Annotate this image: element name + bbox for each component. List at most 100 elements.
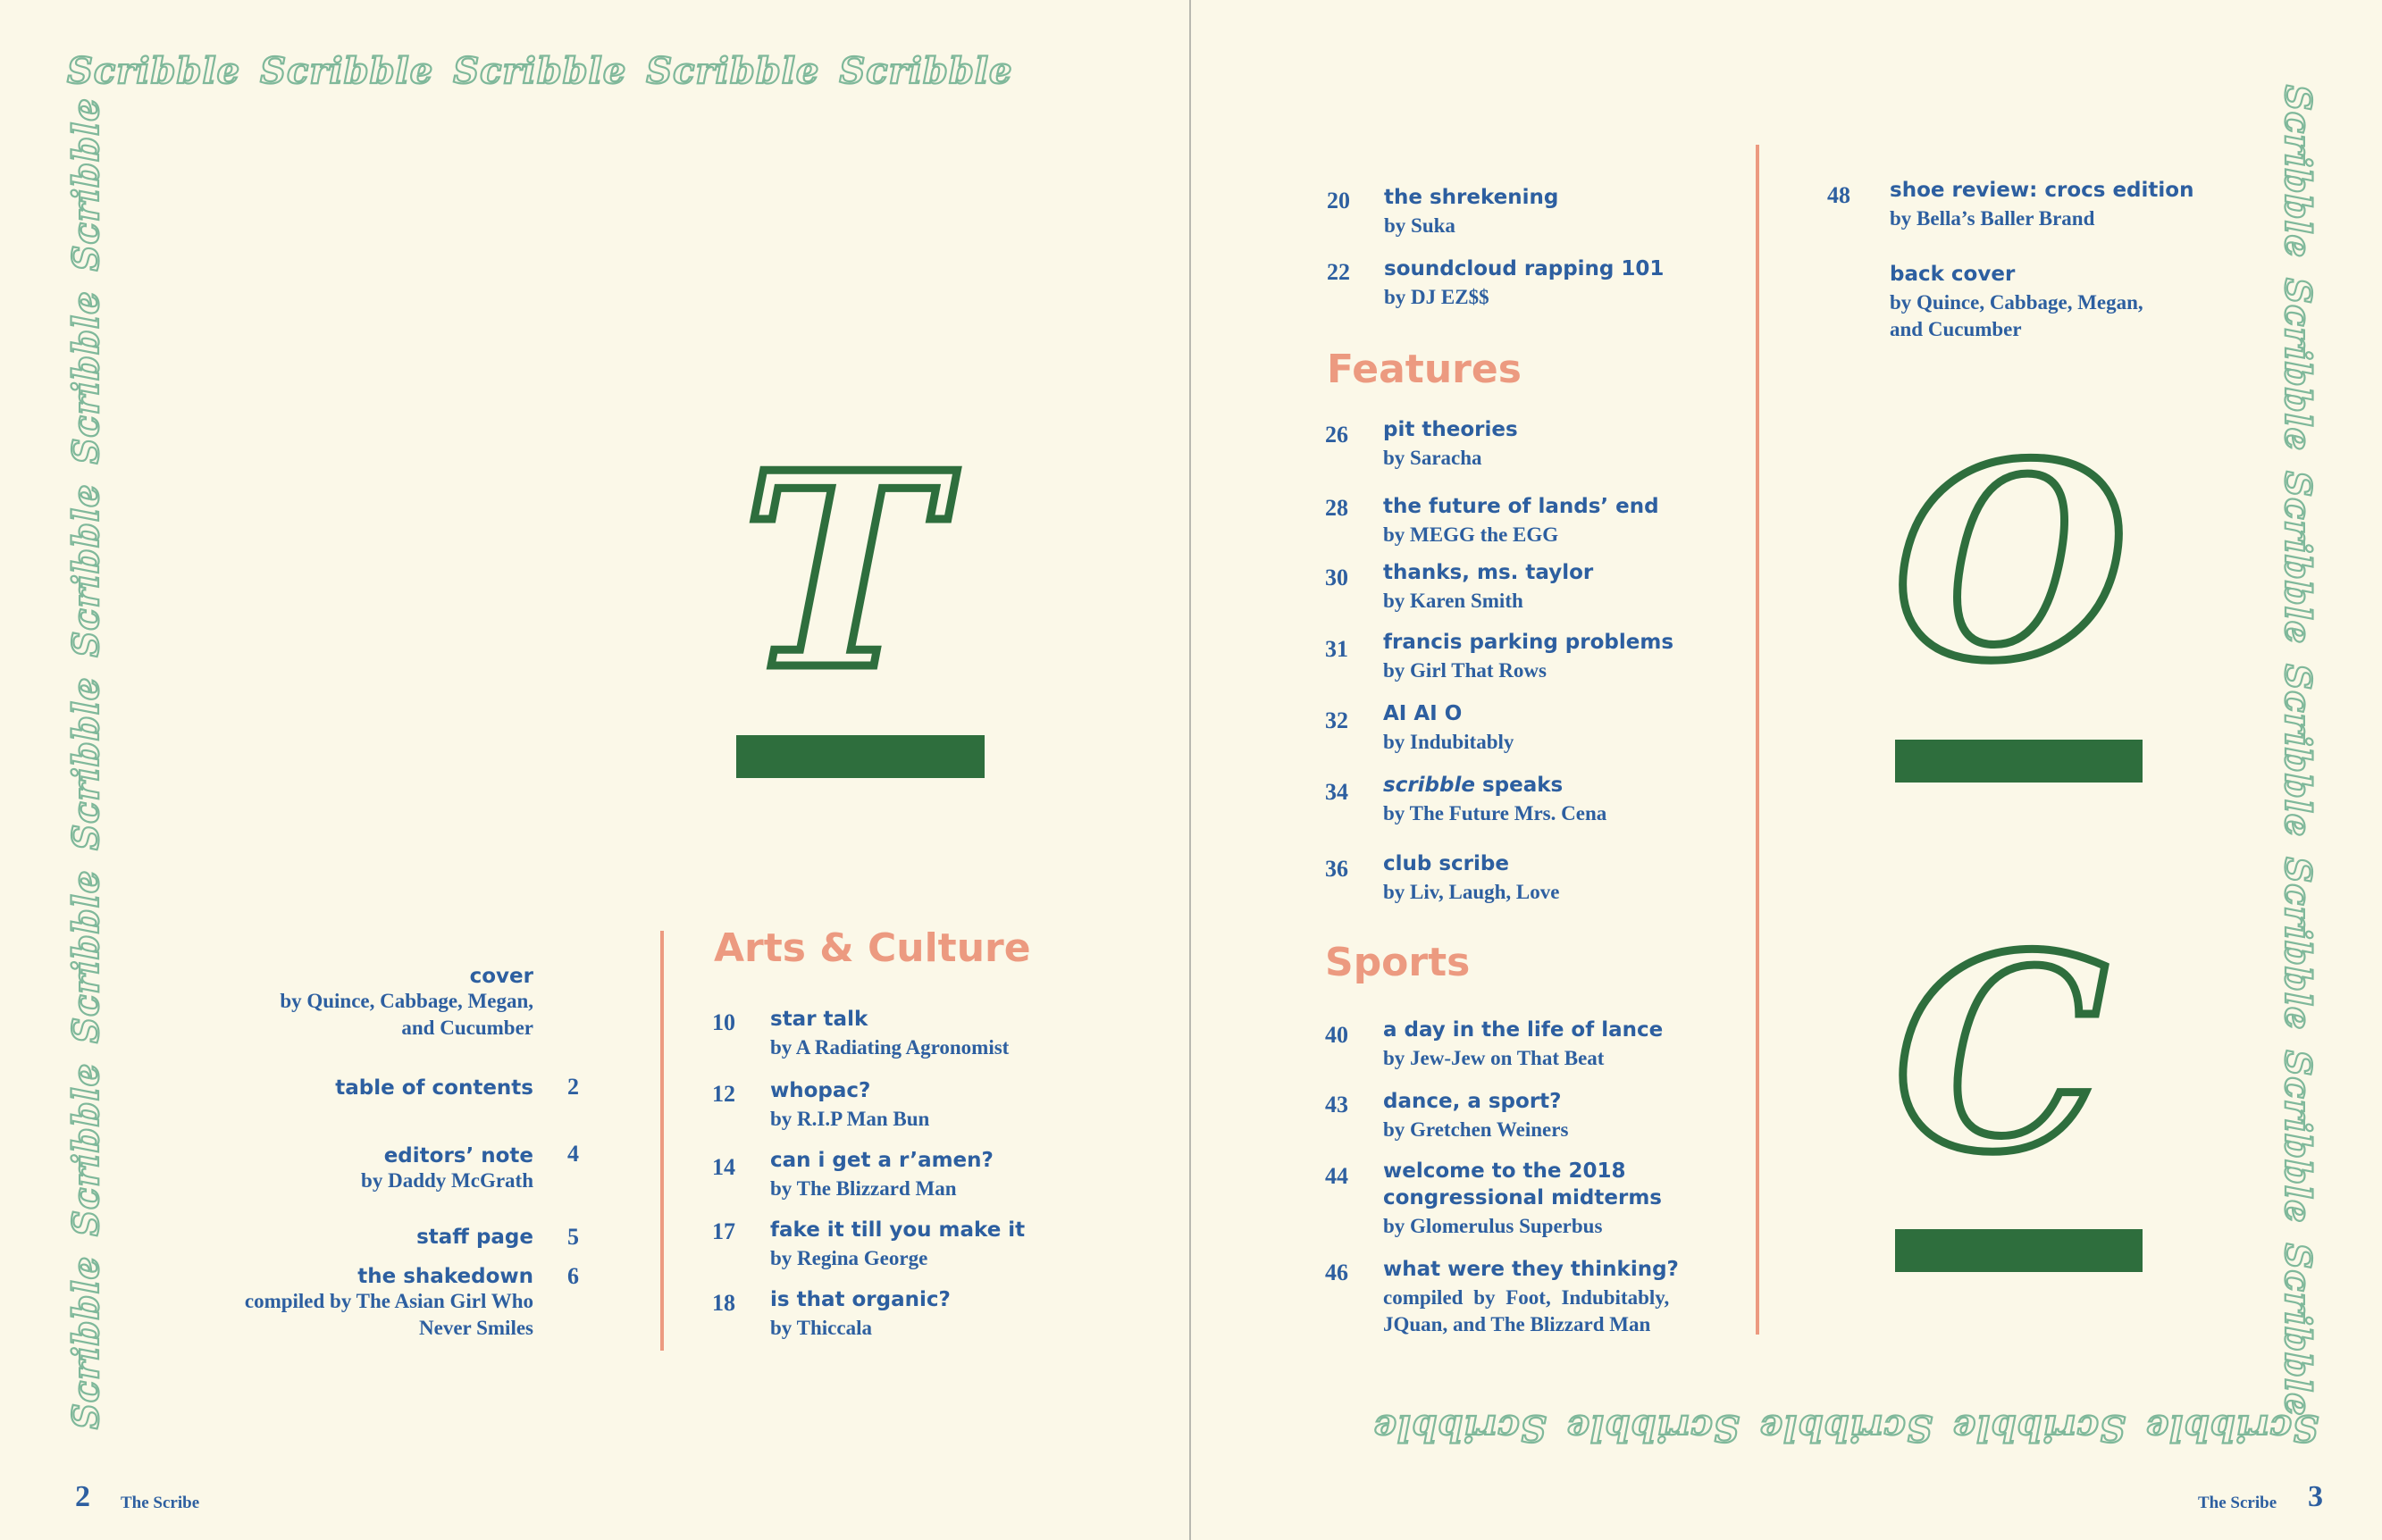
toc-entry-the-shakedown[interactable]: the shakedown compiled by The Asian Girl… [245,1265,533,1342]
big-letter-o: O [1890,405,2131,720]
banner-word: Scribble [1565,1406,1740,1450]
banner-word: Scribble [2144,1406,2319,1450]
entry-author: by Liv, Laugh, Love [1383,881,1560,903]
page-number: 3 [2308,1480,2323,1513]
entry-page-number: 18 [712,1290,735,1316]
entry-title: is that organic? [770,1288,951,1311]
intro-list: cover by Quince, Cabbage, Megan, and Cuc… [0,0,533,1540]
entry-page-number: 6 [567,1263,579,1289]
entry-author: by Gretchen Weiners [1383,1118,1569,1141]
entry-title: scribble speaks [1383,774,1563,797]
publication-name: The Scribe [2198,1494,2277,1512]
right-vertical-banner: Scribble Scribble Scribble Scribble Scribble… [2276,84,2319,1436]
entry-page-number: 34 [1325,779,1348,805]
entry-page-number: 5 [567,1224,579,1250]
entry-title: back cover [1890,263,2016,286]
entry-title: congressional midterms [1383,1186,1662,1209]
entry-title: whopac? [770,1079,871,1102]
entry-page-number: 4 [567,1141,579,1167]
entry-title: fake it till you make it [770,1218,1026,1242]
entry-title: shoe review: crocs edition [1890,179,2194,202]
entry-title: thanks, ms. taylor [1383,561,1594,584]
entry-page-number: 22 [1327,259,1350,285]
entry-author: by Daddy McGrath [361,1169,533,1192]
entry-title: editors’ note [383,1144,533,1168]
entry-author: by DJ EZ$$ [1384,286,1489,308]
entry-page-number: 36 [1325,856,1348,882]
entry-author: by Regina George [770,1247,928,1269]
banner-word: Scribble [2276,1049,2319,1224]
entry-title: can i get a r’amen? [770,1149,994,1172]
toc-entry-editors-note[interactable]: editors’ note by Daddy McGrath [361,1144,533,1194]
entry-title-rest: speaks [1474,774,1564,797]
entry-title: AI AI O [1383,702,1463,725]
banner-word: Scribble [645,49,820,93]
entry-title: pit theories [1383,418,1518,441]
entry-author: and Cucumber [401,1017,533,1039]
entry-title: cover [469,965,533,988]
entry-author: by Girl That Rows [1383,659,1547,682]
entry-page-number: 2 [567,1074,579,1100]
entry-page-number: 32 [1325,707,1348,733]
entry-author: by Suka [1384,214,1455,237]
entry-title: dance, a sport? [1383,1090,1562,1113]
toc-entry-cover[interactable]: cover by Quince, Cabbage, Megan, and Cuc… [280,965,533,1042]
entry-page-number: 40 [1325,1022,1348,1048]
entry-page-number: 12 [712,1081,735,1107]
entry-page-number: 31 [1325,636,1348,662]
entry-title: the future of lands’ end [1383,495,1659,518]
publication-name: The Scribe [121,1494,200,1512]
entry-author: by Indubitably [1383,731,1514,753]
entry-author: by A Radiating Agronomist [770,1036,1010,1059]
entry-title-italic: scribble [1383,774,1475,797]
entry-author: by Quince, Cabbage, Megan, [280,990,533,1012]
big-letter-t: T [737,414,944,729]
entry-page-number: 14 [712,1154,735,1180]
entry-page-number: 10 [712,1009,735,1035]
banner-word: Scribble [2276,470,2319,645]
letter-o-underbar [1895,740,2143,783]
entry-page-number: 26 [1325,422,1348,448]
section-heading-arts-culture: Arts & Culture [714,925,1031,971]
letter-c-underbar [1895,1229,2143,1272]
banner-word: Scribble [1951,1406,2126,1450]
big-letter-c: C [1891,896,2112,1211]
entry-title: table of contents [335,1076,533,1100]
entry-author: by The Future Mrs. Cena [1383,802,1607,824]
banner-word: Scribble [838,49,1013,93]
entry-author: by Jew-Jew on That Beat [1383,1047,1605,1069]
entry-page-number: 46 [1325,1260,1348,1285]
entry-author: Never Smiles [419,1317,533,1339]
entry-author: by Saracha [1383,447,1482,469]
banner-word: Scribble [2276,277,2319,452]
entry-page-number: 17 [712,1218,735,1244]
entry-author: compiled by The Asian Girl Who [244,1290,533,1312]
entry-title: staff page [416,1226,533,1249]
entry-title: star talk [770,1008,868,1031]
toc-entry-table-of-contents[interactable]: table of contents [335,1076,533,1100]
entry-author: by Quince, Cabbage, Megan, [1890,291,2143,314]
entry-page-number: 48 [1827,182,1850,208]
entry-title: what were they thinking? [1383,1258,1679,1281]
entry-page-number: 43 [1325,1092,1348,1117]
section-heading-sports: Sports [1325,940,1471,985]
letter-t-underbar [736,735,985,778]
banner-word: Scribble [2276,856,2319,1031]
entry-title: a day in the life of lance [1383,1018,1664,1042]
entry-author: by MEGG the EGG [1383,523,1559,546]
left-page: Scribble Scribble Scribble Scribble Scribble… [0,0,1191,1540]
entry-author: by The Blizzard Man [770,1177,957,1200]
entry-title: the shakedown [357,1265,533,1288]
entry-author: by Thiccala [770,1317,872,1339]
entry-author: by R.I.P Man Bun [770,1108,930,1130]
entry-page-number: 28 [1325,495,1348,521]
entry-author: compiled by Foot, Indubitably, [1383,1286,1670,1309]
right-page: Scribble Scribble Scribble Scribble Scribble… [1191,0,2382,1540]
entry-title: francis parking problems [1383,631,1674,654]
entry-author: JQuan, and The Blizzard Man [1383,1313,1651,1335]
entry-title: club scribe [1383,852,1509,875]
page-number: 2 [75,1480,90,1513]
entry-author: by Bella’s Baller Brand [1890,207,2095,230]
toc-entry-staff-page[interactable]: staff page [416,1226,533,1249]
entry-page-number: 44 [1325,1163,1348,1189]
